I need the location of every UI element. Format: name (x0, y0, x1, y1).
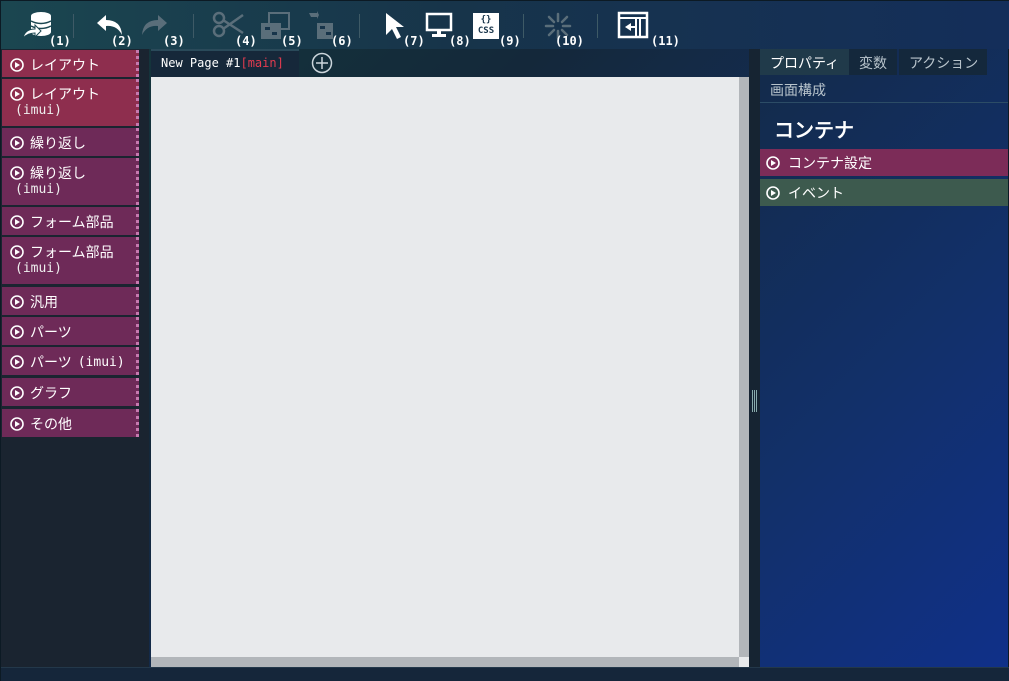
play-circle-icon (10, 136, 24, 150)
component-palette: レイアウト レイアウト (imui) 繰り返し 繰り返し (imui) フォーム… (1, 49, 149, 669)
toolbar-number: (1) (49, 34, 71, 48)
tab-actions[interactable]: アクション (899, 49, 987, 75)
section-container-settings[interactable]: コンテナ設定 (760, 149, 1008, 176)
palette-item-sublabel: (imui) (77, 354, 125, 370)
palette-item-graph[interactable]: グラフ (2, 378, 139, 406)
css-icon: {} CSS (473, 13, 499, 39)
splitter-grip-icon (752, 390, 757, 412)
palette-item-label: フォーム部品 (30, 215, 114, 231)
palette-item-label: その他 (30, 417, 72, 433)
properties-tabs: プロパティ 変数 アクション 画面構成 (760, 49, 1008, 103)
pointer-button[interactable]: (7) (381, 1, 425, 49)
preview-button[interactable]: (8) (425, 1, 471, 49)
toolbar-number: (3) (163, 34, 185, 48)
play-circle-icon (10, 215, 24, 229)
toolbar-divider (597, 14, 598, 38)
palette-item-label: パーツ (30, 325, 72, 341)
page-tab[interactable]: New Page #1[main] (151, 49, 299, 77)
palette-item-sublabel: (imui) (15, 182, 62, 197)
toolbar-divider (523, 14, 524, 38)
palette-item-label: グラフ (30, 386, 72, 402)
play-circle-icon (10, 245, 24, 259)
toolbar-number: (4) (235, 34, 257, 48)
play-circle-icon (10, 295, 24, 309)
status-bar (1, 667, 1009, 681)
loading-button[interactable]: (10) (543, 1, 593, 49)
play-circle-icon (10, 386, 24, 400)
play-circle-icon (10, 325, 24, 339)
panel-toggle-icon (617, 11, 649, 39)
toolbar-number: (6) (331, 34, 353, 48)
palette-item-other[interactable]: その他 (2, 409, 139, 437)
palette-item-label: レイアウト (30, 58, 100, 74)
vertical-scrollbar[interactable] (739, 77, 749, 657)
palette-item-form-parts[interactable]: フォーム部品 (2, 207, 139, 235)
palette-item-layout[interactable]: レイアウト (2, 50, 139, 77)
page-tab-name: New Page #1 (161, 56, 241, 70)
play-circle-icon (10, 87, 24, 101)
undo-button[interactable]: (2) (93, 1, 133, 49)
paste-button[interactable]: (6) (305, 1, 357, 49)
palette-item-parts-imui[interactable]: パーツ (imui) (2, 347, 139, 375)
palette-item-repeat-imui[interactable]: 繰り返し (imui) (2, 158, 139, 205)
horizontal-scrollbar[interactable] (151, 657, 739, 667)
play-circle-icon (10, 166, 24, 180)
database-export-button[interactable]: (1) (19, 1, 75, 49)
play-circle-icon (766, 155, 780, 170)
tab-screen-structure[interactable]: 画面構成 (760, 76, 836, 102)
panel-toggle-button[interactable]: (11) (617, 1, 683, 49)
panel-heading: コンテナ (774, 118, 854, 142)
palette-item-label: 繰り返し (30, 166, 86, 182)
cut-button[interactable]: (4) (211, 1, 257, 49)
tab-properties[interactable]: プロパティ (760, 49, 850, 75)
palette-item-label: レイアウト (30, 87, 100, 103)
play-circle-icon (10, 58, 24, 72)
panel-splitter[interactable] (749, 49, 760, 669)
page-tab-tag: [main] (240, 56, 284, 70)
tab-variables[interactable]: 変数 (849, 49, 897, 75)
properties-panel: プロパティ 変数 アクション 画面構成 コンテナ コンテナ設定 イベント (760, 49, 1008, 669)
toolbar-number: (11) (651, 34, 680, 48)
play-circle-icon (766, 185, 780, 200)
css-button[interactable]: {} CSS (9) (471, 1, 521, 49)
css-icon-text: CSS (477, 26, 495, 36)
toolbar-number: (10) (555, 34, 584, 48)
toolbar-number: (5) (281, 34, 303, 48)
redo-button[interactable]: (3) (139, 1, 185, 49)
section-label: イベント (788, 185, 844, 202)
palette-item-label: 繰り返し (30, 136, 86, 152)
toolbar-number: (9) (499, 34, 521, 48)
section-label: コンテナ設定 (788, 155, 872, 172)
toolbar-divider (359, 14, 360, 38)
add-page-icon[interactable] (311, 52, 333, 74)
copy-button[interactable]: (5) (259, 1, 303, 49)
toolbar-number: (8) (449, 34, 471, 48)
section-events[interactable]: イベント (760, 179, 1008, 206)
palette-item-repeat[interactable]: 繰り返し (2, 128, 139, 156)
palette-item-label: フォーム部品 (30, 245, 114, 261)
toolbar: (1) (2) (3) (4) (5) (6) (7) (8) {} CSS (… (1, 1, 1009, 49)
toolbar-divider (193, 14, 194, 38)
tabs-divider (760, 102, 1008, 103)
palette-item-label: パーツ (30, 355, 72, 371)
palette-item-sublabel: (imui) (15, 261, 62, 276)
toolbar-number: (2) (111, 34, 133, 48)
play-circle-icon (10, 355, 24, 369)
design-canvas[interactable] (151, 77, 749, 667)
play-circle-icon (10, 417, 24, 431)
css-icon-braces: {} (480, 15, 492, 25)
toolbar-number: (7) (403, 34, 425, 48)
page-tab-strip: New Page #1[main] (149, 49, 749, 77)
palette-item-layout-imui[interactable]: レイアウト (imui) (2, 79, 139, 126)
toolbar-divider (73, 14, 74, 38)
palette-item-general[interactable]: 汎用 (2, 287, 139, 315)
palette-item-sublabel: (imui) (15, 103, 62, 118)
palette-item-label: 汎用 (30, 295, 58, 311)
palette-item-parts[interactable]: パーツ (2, 317, 139, 345)
palette-item-form-parts-imui[interactable]: フォーム部品 (imui) (2, 237, 139, 284)
